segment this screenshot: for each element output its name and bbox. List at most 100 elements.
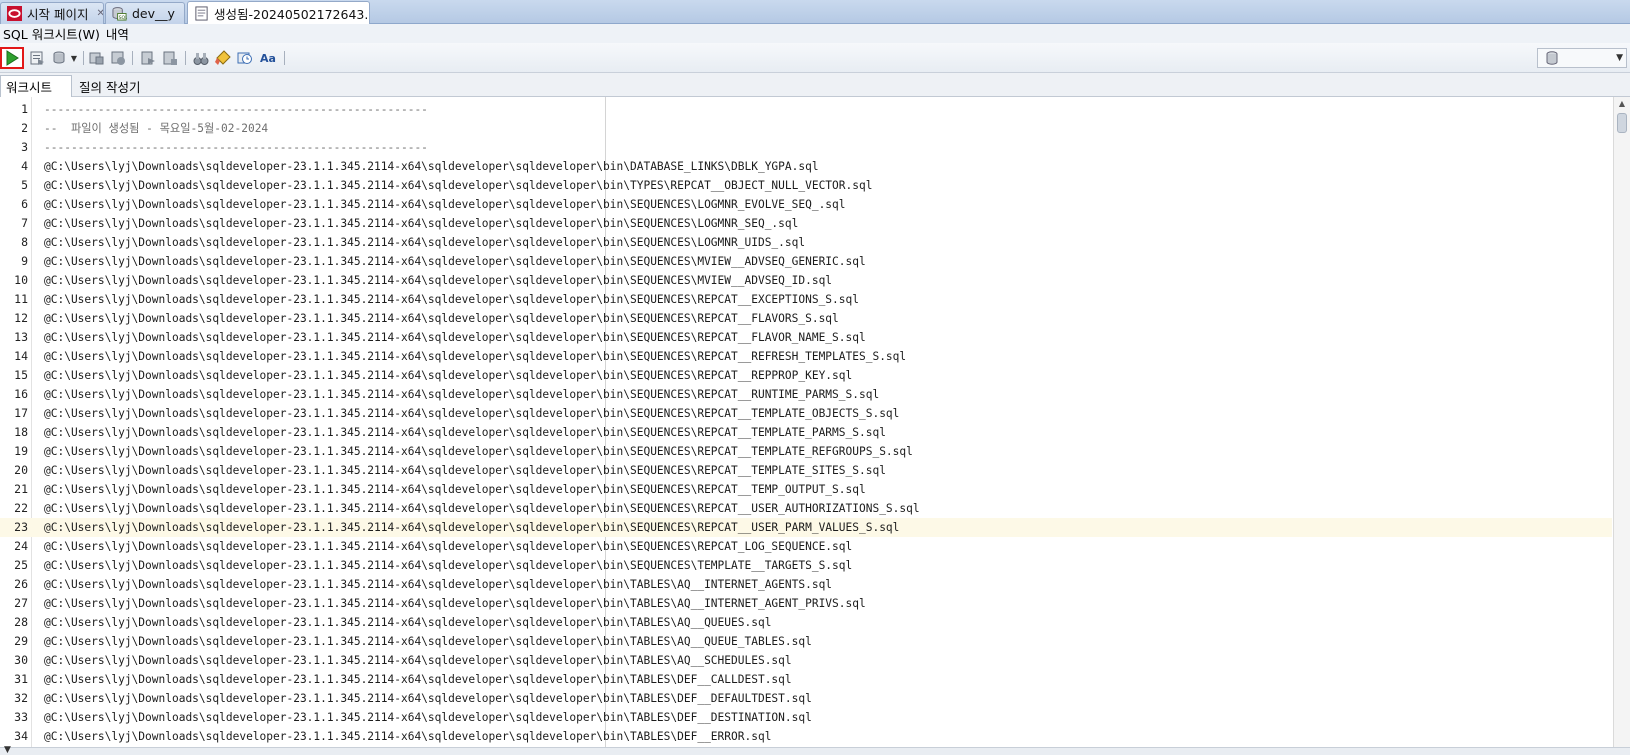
- autotrace-button[interactable]: [160, 48, 180, 68]
- tab-start-page[interactable]: 시작 페이지 ✕: [0, 2, 104, 24]
- line-number: 7: [21, 216, 28, 230]
- sql-history-button[interactable]: [235, 48, 255, 68]
- editor-line[interactable]: 15 @C:\Users\lyj\Downloads\sqldeveloper-2…: [0, 366, 1612, 385]
- tab-connection[interactable]: SQL dev__y ✕: [105, 2, 185, 24]
- code-text: @C:\Users\lyj\Downloads\sqldeveloper-23.…: [44, 559, 853, 572]
- editor-line[interactable]: 21 @C:\Users\lyj\Downloads\sqldeveloper-2…: [0, 480, 1612, 499]
- editor-line[interactable]: 8 @C:\Users\lyj\Downloads\sqldeveloper-23…: [0, 233, 1612, 252]
- line-number: 27: [14, 596, 28, 610]
- tab-label: 생성됨-20240502172643.sql: [214, 7, 370, 22]
- cancel-button[interactable]: [108, 48, 128, 68]
- sql-tuning-button[interactable]: [138, 48, 158, 68]
- code-text: @C:\Users\lyj\Downloads\sqldeveloper-23.…: [44, 654, 792, 667]
- code-text: @C:\Users\lyj\Downloads\sqldeveloper-23.…: [44, 217, 799, 230]
- worksheet-toolbar: ▼ Aa ▼: [0, 43, 1630, 73]
- editor-lines: 1 ---------------------------------------…: [0, 100, 1612, 746]
- code-text: @C:\Users\lyj\Downloads\sqldeveloper-23.…: [44, 502, 920, 515]
- editor-line[interactable]: 23 @C:\Users\lyj\Downloads\sqldeveloper-2…: [0, 518, 1612, 537]
- editor-subtabs: 워크시트 질의 작성기: [0, 73, 1630, 97]
- editor-line[interactable]: 25 @C:\Users\lyj\Downloads\sqldeveloper-2…: [0, 556, 1612, 575]
- run-script-button[interactable]: [27, 48, 47, 68]
- binoculars-icon: [193, 53, 209, 65]
- line-number: 20: [14, 463, 28, 477]
- code-text: @C:\Users\lyj\Downloads\sqldeveloper-23.…: [44, 597, 866, 610]
- connection-selector[interactable]: ▼: [1537, 48, 1627, 68]
- editor-line[interactable]: 3 ---------------------------------------…: [0, 138, 1612, 157]
- run-statement-button[interactable]: [0, 47, 24, 69]
- editor-line[interactable]: 16 @C:\Users\lyj\Downloads\sqldeveloper-2…: [0, 385, 1612, 404]
- line-number: 28: [14, 615, 28, 629]
- code-text: @C:\Users\lyj\Downloads\sqldeveloper-23.…: [44, 521, 900, 534]
- code-text: @C:\Users\lyj\Downloads\sqldeveloper-23.…: [44, 616, 772, 629]
- tab-sql-file[interactable]: 생성됨-20240502172643.sql: [187, 1, 370, 25]
- line-number: 24: [14, 539, 28, 553]
- editor-line[interactable]: 2 -- 파일이 생성됨 - 목요일-5월-02-2024: [0, 119, 1612, 138]
- code-text: @C:\Users\lyj\Downloads\sqldeveloper-23.…: [44, 274, 833, 287]
- tab-query-builder[interactable]: 질의 작성기: [74, 75, 145, 97]
- editor-line[interactable]: 31 @C:\Users\lyj\Downloads\sqldeveloper-2…: [0, 670, 1612, 689]
- close-icon[interactable]: ✕: [183, 8, 184, 19]
- editor-line[interactable]: 30 @C:\Users\lyj\Downloads\sqldeveloper-2…: [0, 651, 1612, 670]
- editor-line[interactable]: 33 @C:\Users\lyj\Downloads\sqldeveloper-2…: [0, 708, 1612, 727]
- editor-line[interactable]: 5 @C:\Users\lyj\Downloads\sqldeveloper-23…: [0, 176, 1612, 195]
- autotrace-icon: [163, 51, 177, 65]
- menu-sql-worksheet[interactable]: SQL 워크시트(W): [3, 24, 100, 43]
- editor-line[interactable]: 14 @C:\Users\lyj\Downloads\sqldeveloper-2…: [0, 347, 1612, 366]
- commit-button[interactable]: [50, 48, 70, 68]
- close-icon[interactable]: ✕: [96, 8, 103, 19]
- sql-file-icon: [195, 6, 208, 21]
- editor-line[interactable]: 11 @C:\Users\lyj\Downloads\sqldeveloper-2…: [0, 290, 1612, 309]
- editor-line[interactable]: 13 @C:\Users\lyj\Downloads\sqldeveloper-2…: [0, 328, 1612, 347]
- editor-line[interactable]: 1 ---------------------------------------…: [0, 100, 1612, 119]
- editor-line[interactable]: 28 @C:\Users\lyj\Downloads\sqldeveloper-2…: [0, 613, 1612, 632]
- editor-line[interactable]: 7 @C:\Users\lyj\Downloads\sqldeveloper-23…: [0, 214, 1612, 233]
- line-number: 10: [14, 273, 28, 287]
- database-icon: [1546, 51, 1558, 65]
- line-number: 21: [14, 482, 28, 496]
- code-text: @C:\Users\lyj\Downloads\sqldeveloper-23.…: [44, 255, 866, 268]
- chevron-down-icon: ▼: [70, 53, 78, 63]
- editor-line[interactable]: 32 @C:\Users\lyj\Downloads\sqldeveloper-2…: [0, 689, 1612, 708]
- editor-line[interactable]: 4 @C:\Users\lyj\Downloads\sqldeveloper-23…: [0, 157, 1612, 176]
- line-number: 2: [21, 121, 28, 135]
- unshared-sql-button[interactable]: [191, 48, 211, 68]
- code-text: @C:\Users\lyj\Downloads\sqldeveloper-23.…: [44, 331, 866, 344]
- editor-line[interactable]: 17 @C:\Users\lyj\Downloads\sqldeveloper-2…: [0, 404, 1612, 423]
- code-text: @C:\Users\lyj\Downloads\sqldeveloper-23.…: [44, 293, 859, 306]
- editor-line[interactable]: 12 @C:\Users\lyj\Downloads\sqldeveloper-2…: [0, 309, 1612, 328]
- editor-line[interactable]: 22 @C:\Users\lyj\Downloads\sqldeveloper-2…: [0, 499, 1612, 518]
- commit-dropdown[interactable]: ▼: [68, 48, 80, 68]
- editor-line[interactable]: 6 @C:\Users\lyj\Downloads\sqldeveloper-23…: [0, 195, 1612, 214]
- code-text: @C:\Users\lyj\Downloads\sqldeveloper-23.…: [44, 426, 886, 439]
- editor-line[interactable]: 34 @C:\Users\lyj\Downloads\sqldeveloper-2…: [0, 727, 1612, 746]
- editor-line[interactable]: 20 @C:\Users\lyj\Downloads\sqldeveloper-2…: [0, 461, 1612, 480]
- editor-line[interactable]: 29 @C:\Users\lyj\Downloads\sqldeveloper-2…: [0, 632, 1612, 651]
- collapse-arrow-icon[interactable]: ▼: [4, 745, 11, 755]
- editor-line[interactable]: 26 @C:\Users\lyj\Downloads\sqldeveloper-2…: [0, 575, 1612, 594]
- vertical-scrollbar[interactable]: ▲: [1613, 97, 1630, 747]
- menu-history[interactable]: 내역: [106, 24, 129, 43]
- editor-line[interactable]: 27 @C:\Users\lyj\Downloads\sqldeveloper-2…: [0, 594, 1612, 613]
- rollback-button[interactable]: [86, 48, 106, 68]
- tab-label: dev__y: [132, 6, 175, 21]
- scroll-up-arrow-icon[interactable]: ▲: [1614, 97, 1630, 111]
- play-icon: [6, 50, 19, 66]
- code-text: @C:\Users\lyj\Downloads\sqldeveloper-23.…: [44, 483, 866, 496]
- editor-line[interactable]: 9 @C:\Users\lyj\Downloads\sqldeveloper-23…: [0, 252, 1612, 271]
- editor-line[interactable]: 19 @C:\Users\lyj\Downloads\sqldeveloper-2…: [0, 442, 1612, 461]
- tab-worksheet[interactable]: 워크시트: [0, 75, 72, 97]
- scroll-thumb[interactable]: [1617, 113, 1627, 133]
- editor-line[interactable]: 18 @C:\Users\lyj\Downloads\sqldeveloper-2…: [0, 423, 1612, 442]
- format-button[interactable]: Aa: [258, 48, 278, 68]
- line-number: 17: [14, 406, 28, 420]
- line-number: 22: [14, 501, 28, 515]
- code-text: @C:\Users\lyj\Downloads\sqldeveloper-23.…: [44, 350, 907, 363]
- editor-line[interactable]: 10 @C:\Users\lyj\Downloads\sqldeveloper-2…: [0, 271, 1612, 290]
- line-number: 11: [14, 292, 28, 306]
- clear-button[interactable]: [213, 48, 233, 68]
- commit-icon: [53, 51, 65, 64]
- editor-line[interactable]: 24 @C:\Users\lyj\Downloads\sqldeveloper-2…: [0, 537, 1612, 556]
- sql-editor[interactable]: 1 ---------------------------------------…: [0, 97, 1630, 747]
- eraser-icon: [215, 50, 231, 65]
- code-text: @C:\Users\lyj\Downloads\sqldeveloper-23.…: [44, 692, 812, 705]
